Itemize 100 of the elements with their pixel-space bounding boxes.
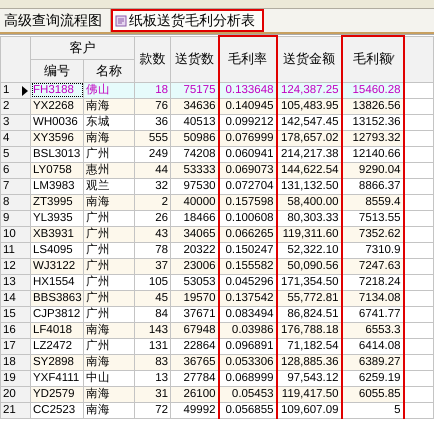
- table-cell: 广州: [84, 242, 134, 258]
- table-cell: 142,547.45: [276, 114, 342, 130]
- row-number: 16: [3, 324, 16, 336]
- table-cell: 37671: [170, 306, 218, 322]
- row-number: 13: [3, 276, 16, 288]
- table-cell: 34636: [170, 98, 218, 114]
- column-header[interactable]: 名称: [84, 59, 134, 82]
- table-cell: 26: [134, 210, 170, 226]
- table-cell: 0.053306: [218, 354, 276, 370]
- tab[interactable]: 纸板送货毛利分析表: [111, 9, 264, 32]
- table-cell: 0.076999: [218, 130, 276, 146]
- table-cell: 20322: [170, 242, 218, 258]
- table-cell: 南海: [84, 402, 134, 418]
- table-cell: 52,322.10: [276, 242, 342, 258]
- table-cell: 6055.85: [342, 386, 404, 402]
- table-cell: WJ3122: [30, 258, 84, 274]
- table-cell: WH0036: [30, 114, 84, 130]
- row-number: 21: [3, 404, 16, 416]
- table-cell: 8559.4: [342, 194, 404, 210]
- table-cell: YL3935: [30, 210, 84, 226]
- table-cell: 0.066265: [218, 226, 276, 242]
- table-cell: 58,400.00: [276, 194, 342, 210]
- table-cell: 0.155582: [218, 258, 276, 274]
- column-header[interactable]: 送货金额: [276, 36, 342, 82]
- table-cell: YXF4111: [30, 370, 84, 386]
- table-cell: SY2898: [30, 354, 84, 370]
- table-cell: 南海: [84, 130, 134, 146]
- table-cell: XY3596: [30, 130, 84, 146]
- table-cell: 75175: [170, 82, 218, 98]
- table-cell: 83: [134, 354, 170, 370]
- table-cell: 67948: [170, 322, 218, 338]
- row-number: 18: [3, 356, 16, 368]
- column-header[interactable]: 送货数: [170, 36, 218, 82]
- table-cell: 555: [134, 130, 170, 146]
- table-cell: LS4095: [30, 242, 84, 258]
- table-cell: 55,772.81: [276, 290, 342, 306]
- row-number: 12: [3, 260, 16, 272]
- table-cell: 0.05453: [218, 386, 276, 402]
- row-number: 19: [3, 372, 16, 384]
- table-cell: 37: [134, 258, 170, 274]
- table-cell: 40000: [170, 194, 218, 210]
- table-cell: 80,303.33: [276, 210, 342, 226]
- table-cell: 7134.08: [342, 290, 404, 306]
- table-cell: 36765: [170, 354, 218, 370]
- table-cell: 124,387.25: [276, 82, 342, 98]
- column-header[interactable]: 款数: [134, 36, 170, 82]
- column-header[interactable]: 编号: [30, 59, 84, 82]
- table-cell: 南海: [84, 322, 134, 338]
- table-cell: 119,311.60: [276, 226, 342, 242]
- table-cell: 27784: [170, 370, 218, 386]
- table-cell: 广州: [84, 210, 134, 226]
- table-cell: 178,657.02: [276, 130, 342, 146]
- row-number: 6: [3, 164, 10, 176]
- table-cell: 广州: [84, 226, 134, 242]
- table-cell: 249: [134, 146, 170, 162]
- row-number: 1: [3, 84, 10, 96]
- row-number: 17: [3, 340, 16, 352]
- table-cell: 0.140945: [218, 98, 276, 114]
- row-number: 3: [3, 116, 10, 128]
- table-cell: 214,217.38: [276, 146, 342, 162]
- table-cell: 74208: [170, 146, 218, 162]
- table-cell: 6553.3: [342, 322, 404, 338]
- table-cell: 109,607.09: [276, 402, 342, 418]
- table-cell: LF4018: [30, 322, 84, 338]
- table-cell: 15460.28: [342, 82, 404, 98]
- table-cell: ZT3995: [30, 194, 84, 210]
- table-cell: 2: [134, 194, 170, 210]
- table-cell: 176,788.18: [276, 322, 342, 338]
- table-cell: 0.03986: [218, 322, 276, 338]
- table-cell: 0.133648: [218, 82, 276, 98]
- row-number: 11: [3, 244, 15, 256]
- table-cell: 50986: [170, 130, 218, 146]
- document-icon: [115, 14, 127, 26]
- row-number: 9: [3, 212, 10, 224]
- table-cell: 97530: [170, 178, 218, 194]
- table-cell: 40513: [170, 114, 218, 130]
- table-cell: 南海: [84, 98, 134, 114]
- table-cell: 50,090.56: [276, 258, 342, 274]
- table-cell: 32: [134, 178, 170, 194]
- table-cell: 119,417.50: [276, 386, 342, 402]
- table-cell: 76: [134, 98, 170, 114]
- table-cell: LM3983: [30, 178, 84, 194]
- column-header[interactable]: 毛利额: [342, 36, 404, 82]
- table-cell: 0.056855: [218, 402, 276, 418]
- row-number: 2: [3, 100, 10, 112]
- column-header[interactable]: 毛利率: [218, 36, 276, 82]
- column-group-header: 客户: [30, 36, 134, 59]
- table-cell: FH3188: [30, 82, 84, 98]
- table-cell: BSL3013: [30, 146, 84, 162]
- table-cell: 171,354.50: [276, 274, 342, 290]
- table-cell: 43: [134, 226, 170, 242]
- table-cell: 144,622.54: [276, 162, 342, 178]
- row-number: 8: [3, 196, 10, 208]
- table-cell: 南海: [84, 354, 134, 370]
- row-number: 15: [3, 308, 16, 320]
- table-cell: 49992: [170, 402, 218, 418]
- table-cell: 广州: [84, 338, 134, 354]
- table-cell: 36: [134, 114, 170, 130]
- table-cell: 广州: [84, 290, 134, 306]
- table-cell: 105,483.95: [276, 98, 342, 114]
